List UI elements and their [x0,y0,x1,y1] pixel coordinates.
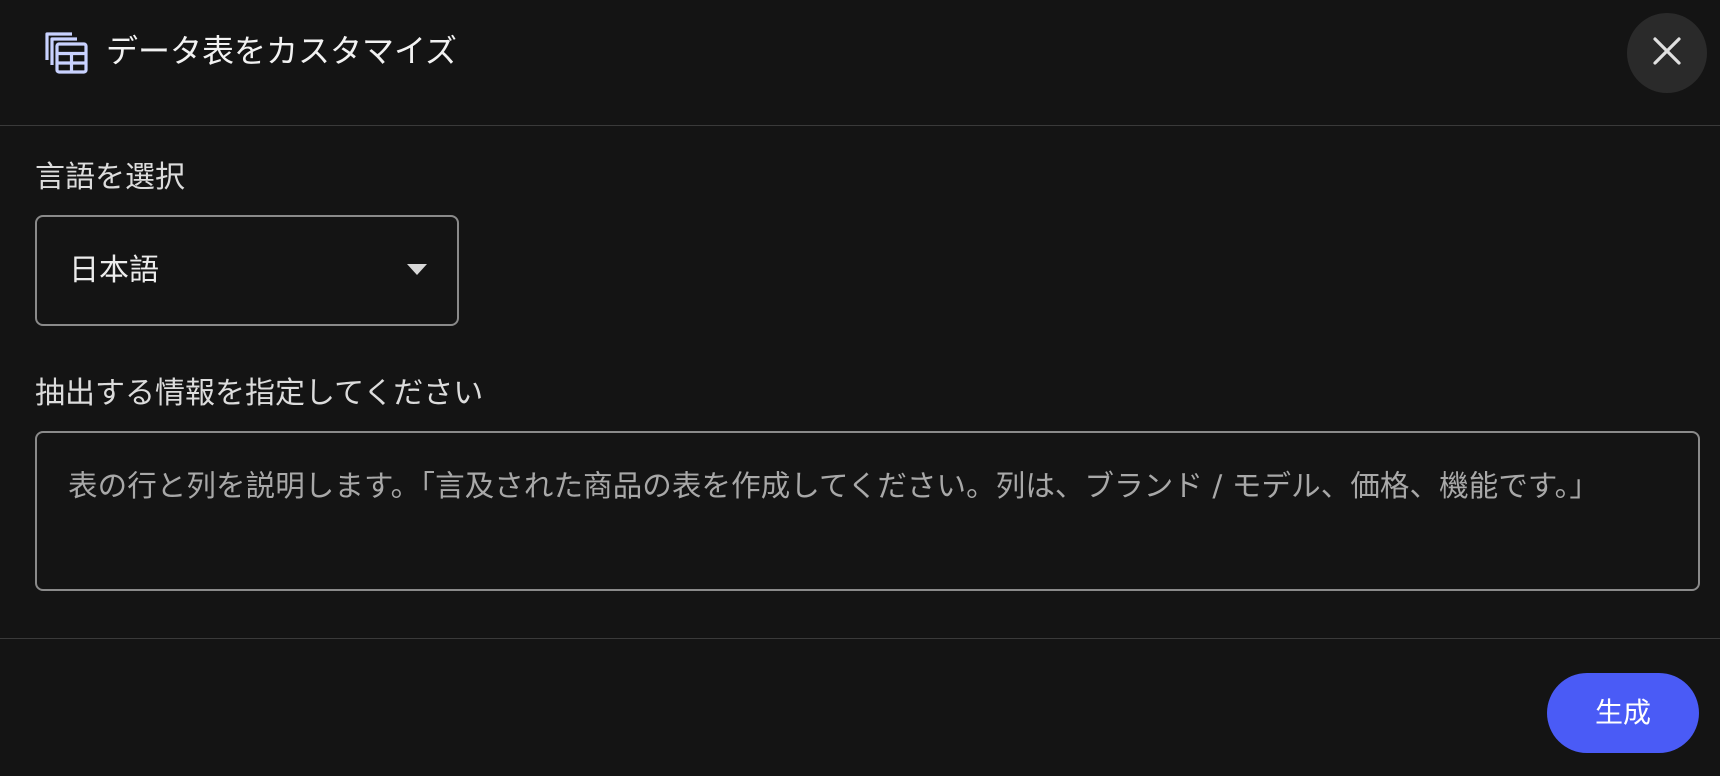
customize-table-dialog: データ表をカスタマイズ 言語を選択 日本語 抽出する情報を指定してください 表の… [0,0,1720,776]
close-icon [1652,36,1682,70]
close-button[interactable] [1627,13,1707,93]
language-select[interactable]: 日本語 [35,215,459,326]
extract-info-placeholder: 表の行と列を説明します。「言及された商品の表を作成してください。列は、ブランド … [68,469,1600,503]
table-icon [44,30,90,76]
language-selected-value: 日本語 [69,253,159,288]
footer-divider [0,638,1720,639]
dialog-header: データ表をカスタマイズ [0,0,1720,126]
caret-down-icon [407,264,427,275]
dialog-title: データ表をカスタマイズ [106,32,458,70]
extract-info-label: 抽出する情報を指定してください [35,376,484,411]
language-label: 言語を選択 [35,160,185,195]
extract-info-textarea[interactable]: 表の行と列を説明します。「言及された商品の表を作成してください。列は、ブランド … [35,431,1700,591]
generate-button[interactable]: 生成 [1547,673,1699,753]
